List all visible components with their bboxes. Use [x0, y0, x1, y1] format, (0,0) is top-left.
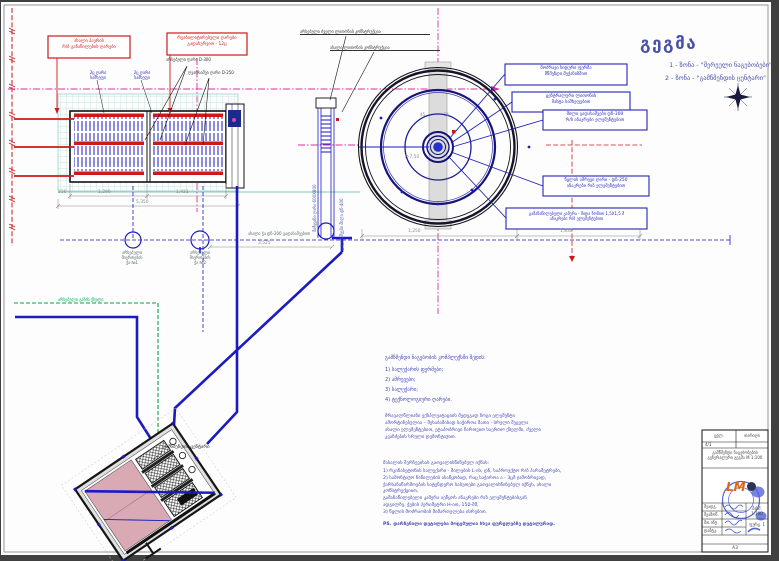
drawing-title: გეგმა: [640, 34, 768, 55]
pump-station-label: გამწმენდის ცენტარი: [163, 445, 258, 451]
steel-label-new: ახალი ლითონის კონსტრუქცია: [330, 45, 440, 51]
red-callout-1: ახალი ჰაერის რ/ბ განაწილების ღარები: [49, 39, 129, 50]
tb-revision: 4/1: [705, 442, 725, 447]
channel-label-1: მიმყვანი ღარი 600X800: [312, 142, 317, 232]
dim-25: 25: [444, 112, 458, 117]
dim-1830: 1,830: [560, 229, 590, 235]
tb-scale: მასშ. 1:100: [747, 506, 767, 516]
dim-radius: R-7,50: [405, 155, 433, 161]
dim-5350: 5,350: [136, 200, 166, 206]
dim-1250: 1,250: [408, 229, 438, 235]
steel-label-existing: არსებული ძველი ლითონის კონსტრუქცია: [300, 29, 430, 35]
tank-callout-boxes: [505, 64, 649, 229]
mini-label-1: 2ც ღარი საშხეფი: [84, 70, 112, 80]
tank-callout-2: ცენტრალური ლითონის შახტა საშხეფებით: [513, 94, 629, 105]
gas-line-label: არსებული გაზის ქსელი: [58, 297, 158, 302]
notes2-body: 1) რკინაბეტონის სალექარი - მილების L-ის,…: [383, 469, 693, 517]
notes2-ps: PS. დარჩენილი დეტალები მოცემულია სხვა ფუ…: [383, 522, 693, 528]
tank-callout-3: მილი გადასაშვები დნ-300 რ/ბ ანაკრები ელე…: [544, 112, 646, 123]
tank-callout-5: გამანაწილებელი კამერა - შიდა ზომით 1,5X1…: [507, 211, 646, 221]
tank-callout-1: მოძრავი ხიდური ფერმა მწმენდი მექანიზმით: [506, 66, 626, 77]
tb-sheet: ფურც. 1: [747, 522, 767, 527]
tb-header-1: ცვლ.: [703, 433, 735, 438]
tb-row-2: შეამოწ.: [704, 512, 722, 517]
trough-label-2: ღვარსაშვი ღარი D-250: [188, 70, 258, 75]
tb-header-2: თარიღი: [737, 433, 767, 438]
tb-row-1: შეადგ.: [704, 504, 722, 509]
dim-45: 45: [420, 112, 434, 117]
red-callout-2: რეაბილიტირებული ღარები გადახურვით - 12ც: [168, 36, 246, 47]
logo-globe-icon: [747, 482, 756, 491]
notes1-paragraph: მრავალწლიანი ექსპლუატაციის შედეგად ზოგი …: [385, 413, 653, 441]
tb-description: გამწმენდი ნაგებობების გენერალური გეგმა M…: [703, 450, 767, 460]
manhole-label-3: ახალი ჭა დნ-200 გადასაშვებით: [248, 231, 328, 236]
tb-row-4: დამტკ.: [704, 528, 722, 533]
company-logo: LM: [726, 480, 766, 495]
notes2-intro: მასალის შერჩევისას გათვალისწინებულ იქნას…: [383, 461, 683, 467]
mini-label-2: 2ც ღარი საშხეფი: [128, 70, 156, 80]
aeration-basin-plan: [14, 94, 360, 192]
notes1-item-2: 2) ამრევები;: [385, 377, 585, 383]
tb-row-3: მთ.ინჟ.: [704, 520, 722, 525]
notes1-heading: გამწმენდი ნაგებობის კომპლექსში შედის:: [385, 355, 635, 361]
dim-1290: 1,290: [98, 190, 128, 196]
tank-callout-4: წყლის ამრევი ღარი - დნ-250 ანაკრები რ/ბ …: [544, 178, 648, 189]
logo-text: LM: [726, 480, 746, 494]
dim-216: 216: [58, 190, 78, 196]
notes1-item-4: 4) ტექნოლოგიური ღარები.: [385, 397, 585, 403]
tb-format: A3: [703, 546, 767, 552]
inlet-channel: [316, 98, 352, 252]
notes1-item-3: 3) სალექარი;: [385, 387, 585, 393]
trough-label-1: არსებული ღარი D-300: [166, 57, 236, 62]
manhole-label-1: არსებული მიერთების ჭა №1: [110, 250, 154, 265]
dim-3525: 3,525: [258, 241, 288, 247]
manhole-label-2: არსებული მიერთების ჭა №2: [178, 250, 222, 265]
compass-rose: [724, 83, 752, 111]
dim-1431: 1,431: [176, 190, 206, 196]
pump-station-plan: [61, 408, 236, 561]
drawing-viewport: გეგმა 1 - ზონა - "შერეული ნაგებობები" 2 …: [0, 0, 779, 561]
channel-label-2: გადასაშვები მილი დნ-400: [339, 155, 344, 250]
pipe-network: [14, 186, 342, 460]
notes1-item-1: 1) სალექარის ფერმები;: [385, 367, 585, 373]
